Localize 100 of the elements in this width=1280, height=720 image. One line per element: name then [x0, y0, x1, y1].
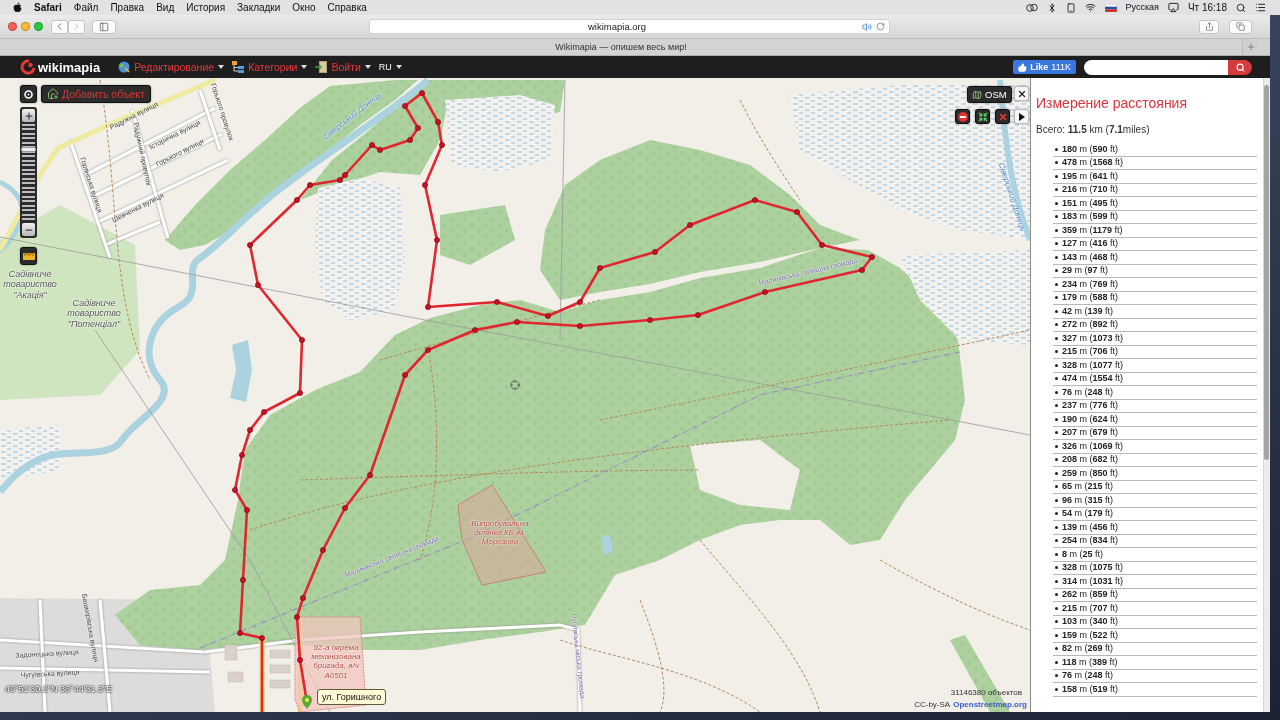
- route-vertex[interactable]: [762, 289, 768, 295]
- site-logo[interactable]: wikimapia: [20, 59, 101, 75]
- route-vertex[interactable]: [647, 317, 653, 323]
- route-vertex[interactable]: [687, 222, 693, 228]
- route-vertex[interactable]: [752, 197, 758, 203]
- wifi-icon[interactable]: [1084, 2, 1096, 13]
- route-vertex[interactable]: [434, 237, 440, 243]
- route-vertex[interactable]: [300, 595, 306, 601]
- menu-item[interactable]: Окно: [292, 1, 316, 14]
- route-vertex[interactable]: [652, 249, 658, 255]
- share-button[interactable]: [1199, 19, 1220, 34]
- tab-title[interactable]: Wikimapia — опишем весь мир!: [555, 42, 687, 52]
- route-vertex[interactable]: [320, 547, 326, 553]
- close-button[interactable]: [1014, 86, 1029, 101]
- route-vertex[interactable]: [232, 487, 238, 493]
- route-vertex[interactable]: [422, 182, 428, 188]
- zoom-slider-thumb[interactable]: [21, 147, 36, 152]
- route-vertex[interactable]: [297, 657, 303, 663]
- menu-clock[interactable]: Чт 16:18: [1187, 1, 1227, 14]
- door-icon: [315, 61, 328, 73]
- menu-item[interactable]: Файл: [73, 1, 99, 14]
- route-vertex[interactable]: [247, 242, 253, 248]
- route-vertex[interactable]: [494, 299, 500, 305]
- route-vertex[interactable]: [299, 337, 305, 343]
- route-vertex[interactable]: [297, 390, 303, 396]
- route-vertex[interactable]: [597, 265, 603, 271]
- route-vertex[interactable]: [367, 472, 373, 478]
- bullet-icon: [1055, 174, 1058, 178]
- clear-route-button[interactable]: [955, 109, 970, 124]
- ruler-button[interactable]: [20, 247, 37, 265]
- edit-menu[interactable]: Редактирование: [118, 61, 225, 73]
- route-vertex[interactable]: [240, 577, 246, 583]
- route-vertex[interactable]: [294, 614, 300, 620]
- panel-toggle-button[interactable]: [1014, 109, 1029, 124]
- zoom-out-button[interactable]: [22, 223, 35, 236]
- route-vertex[interactable]: [237, 630, 243, 636]
- reload-button[interactable]: [876, 22, 886, 31]
- route-vertex[interactable]: [259, 635, 265, 641]
- total-distance: Всего: 11.5 km (7.1miles): [1036, 124, 1151, 136]
- scrollbar[interactable]: [1263, 78, 1270, 712]
- cancel-button[interactable]: [995, 109, 1010, 124]
- route-vertex[interactable]: [819, 242, 825, 248]
- zoom-slider[interactable]: [22, 124, 35, 221]
- search-icon[interactable]: [1236, 2, 1246, 13]
- route-vertex[interactable]: [342, 505, 348, 511]
- route-vertex[interactable]: [869, 254, 875, 260]
- route-vertex[interactable]: [545, 313, 551, 319]
- route-vertex[interactable]: [419, 90, 425, 96]
- list-icon[interactable]: [1255, 2, 1266, 13]
- zoom-window-button[interactable]: [34, 22, 43, 31]
- speaker-icon[interactable]: [862, 21, 873, 32]
- categories-menu[interactable]: Категории: [232, 61, 308, 73]
- flag-icon[interactable]: [1104, 3, 1117, 12]
- route-vertex[interactable]: [402, 372, 408, 378]
- bluetooth-icon[interactable]: [1046, 2, 1057, 13]
- route-vertex[interactable]: [247, 427, 253, 433]
- zoom-in-button[interactable]: [22, 109, 35, 122]
- route-vertex[interactable]: [307, 182, 313, 188]
- route-vertex[interactable]: [794, 209, 800, 215]
- like-button[interactable]: Like 111K: [1013, 60, 1076, 74]
- apple-icon[interactable]: [13, 2, 22, 13]
- bullet-icon: [1055, 363, 1058, 367]
- settings-button[interactable]: [20, 85, 37, 103]
- phone-icon[interactable]: [1065, 2, 1076, 13]
- route-vertex[interactable]: [577, 299, 583, 305]
- menu-item[interactable]: Справка: [327, 1, 367, 14]
- search-field[interactable]: [1084, 59, 1228, 75]
- input-source-menu[interactable]: Русская: [1125, 1, 1159, 14]
- route-vertex[interactable]: [425, 304, 431, 310]
- close-window-button[interactable]: [8, 22, 17, 31]
- route-vertex[interactable]: [255, 282, 261, 288]
- route-vertex[interactable]: [435, 119, 441, 125]
- route-vertex[interactable]: [514, 319, 520, 325]
- login-menu[interactable]: Войти: [315, 61, 371, 73]
- route-vertex[interactable]: [261, 409, 267, 415]
- osm-layer-button[interactable]: OSM: [967, 86, 1012, 103]
- airplay-icon[interactable]: [1167, 2, 1179, 13]
- menu-item[interactable]: Закладки: [237, 1, 281, 14]
- search-button[interactable]: [1228, 59, 1252, 75]
- fit-route-button[interactable]: [975, 109, 990, 124]
- route-vertex[interactable]: [239, 452, 245, 458]
- language-menu[interactable]: RU: [378, 62, 402, 72]
- route-vertex[interactable]: [859, 267, 865, 273]
- route-vertex[interactable]: [402, 103, 408, 109]
- osm-link[interactable]: Openstreetmap.org: [953, 700, 1027, 709]
- route-vertex[interactable]: [294, 197, 300, 203]
- route-vertex[interactable]: [244, 507, 250, 513]
- route-vertex[interactable]: [425, 347, 431, 353]
- menu-item[interactable]: История: [186, 1, 226, 14]
- scrollbar-thumb[interactable]: [1264, 85, 1269, 460]
- cloud-rings-icon[interactable]: [1025, 3, 1038, 12]
- menu-item[interactable]: Вид: [156, 1, 175, 14]
- route-vertex[interactable]: [439, 142, 445, 148]
- menu-item[interactable]: Правка: [110, 1, 145, 14]
- route-vertex[interactable]: [472, 327, 478, 333]
- route-vertex[interactable]: [577, 323, 583, 329]
- sidebar-button[interactable]: [92, 19, 116, 34]
- app-menu[interactable]: Safari: [34, 1, 62, 14]
- url-field[interactable]: wikimapia.org: [368, 19, 891, 34]
- route-vertex[interactable]: [695, 312, 701, 318]
